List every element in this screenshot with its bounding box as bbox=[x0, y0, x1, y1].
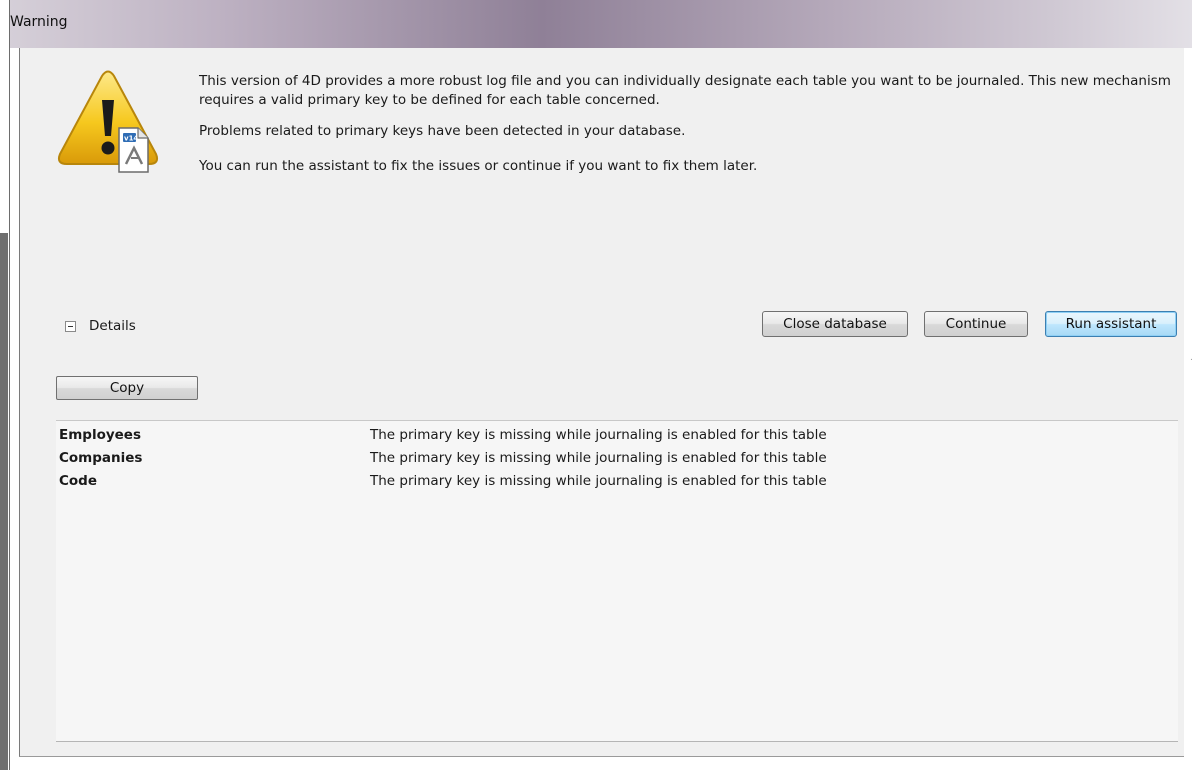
issue-description: The primary key is missing while journal… bbox=[370, 427, 827, 443]
database-document-icon: v14 bbox=[118, 127, 149, 173]
list-item: Employees The primary key is missing whi… bbox=[56, 427, 1178, 449]
warning-message: This version of 4D provides a more robus… bbox=[199, 72, 1184, 176]
svg-text:v14: v14 bbox=[124, 135, 138, 143]
issue-description: The primary key is missing while journal… bbox=[370, 473, 827, 489]
window-title: Warning bbox=[10, 14, 68, 30]
details-toggle[interactable]: Details bbox=[65, 318, 136, 334]
list-item: Companies The primary key is missing whi… bbox=[56, 450, 1178, 472]
list-item: Code The primary key is missing while jo… bbox=[56, 473, 1178, 495]
close-database-button[interactable]: Close database bbox=[762, 311, 908, 337]
table-name: Employees bbox=[59, 427, 142, 443]
table-name: Code bbox=[59, 473, 98, 489]
message-paragraph-3: You can run the assistant to fix the iss… bbox=[199, 158, 758, 174]
warning-triangle-icon: v14 bbox=[57, 70, 159, 173]
continue-button[interactable]: Continue bbox=[924, 311, 1028, 337]
background-window-edge bbox=[0, 233, 8, 770]
message-paragraph-2: Problems related to primary keys have be… bbox=[199, 123, 686, 139]
title-bar[interactable]: Warning bbox=[10, 0, 1192, 48]
details-label: Details bbox=[89, 318, 136, 334]
table-name: Companies bbox=[59, 450, 143, 466]
collapse-icon[interactable] bbox=[65, 320, 76, 332]
copy-button[interactable]: Copy bbox=[56, 376, 198, 400]
run-assistant-button[interactable]: Run assistant bbox=[1045, 311, 1177, 337]
dialog-content: v14 This version of 4D provides a more r… bbox=[19, 48, 1192, 757]
issue-description: The primary key is missing while journal… bbox=[370, 450, 827, 466]
details-list[interactable]: Employees The primary key is missing whi… bbox=[56, 420, 1178, 742]
warning-dialog: Warning v14 This version of 4D provides … bbox=[9, 0, 1192, 770]
message-paragraph-1: This version of 4D provides a more robus… bbox=[199, 73, 1171, 108]
